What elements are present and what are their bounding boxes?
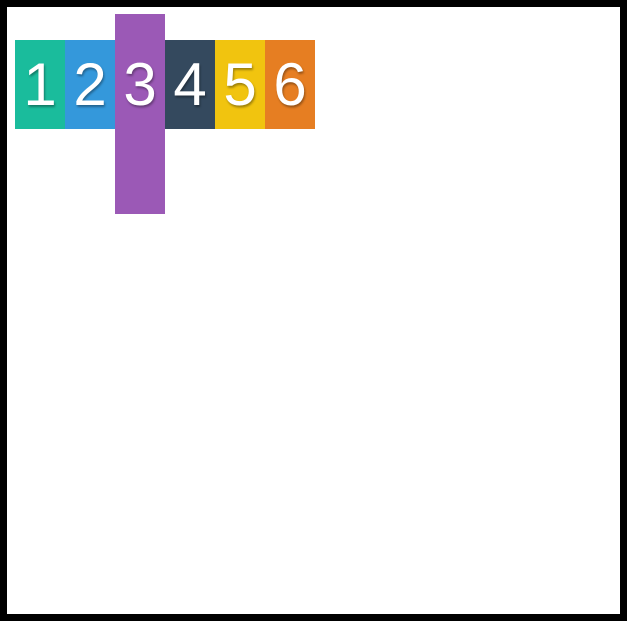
tile-4[interactable]: 4 — [165, 40, 215, 129]
tile-6[interactable]: 6 — [265, 40, 315, 129]
tile-2[interactable]: 2 — [65, 40, 115, 129]
tile-3[interactable]: 3 — [115, 14, 165, 214]
page-frame: 1 2 3 4 5 6 — [0, 0, 627, 621]
tile-5[interactable]: 5 — [215, 40, 265, 129]
tile-row: 1 2 3 4 5 6 — [15, 14, 315, 214]
tile-1[interactable]: 1 — [15, 40, 65, 129]
